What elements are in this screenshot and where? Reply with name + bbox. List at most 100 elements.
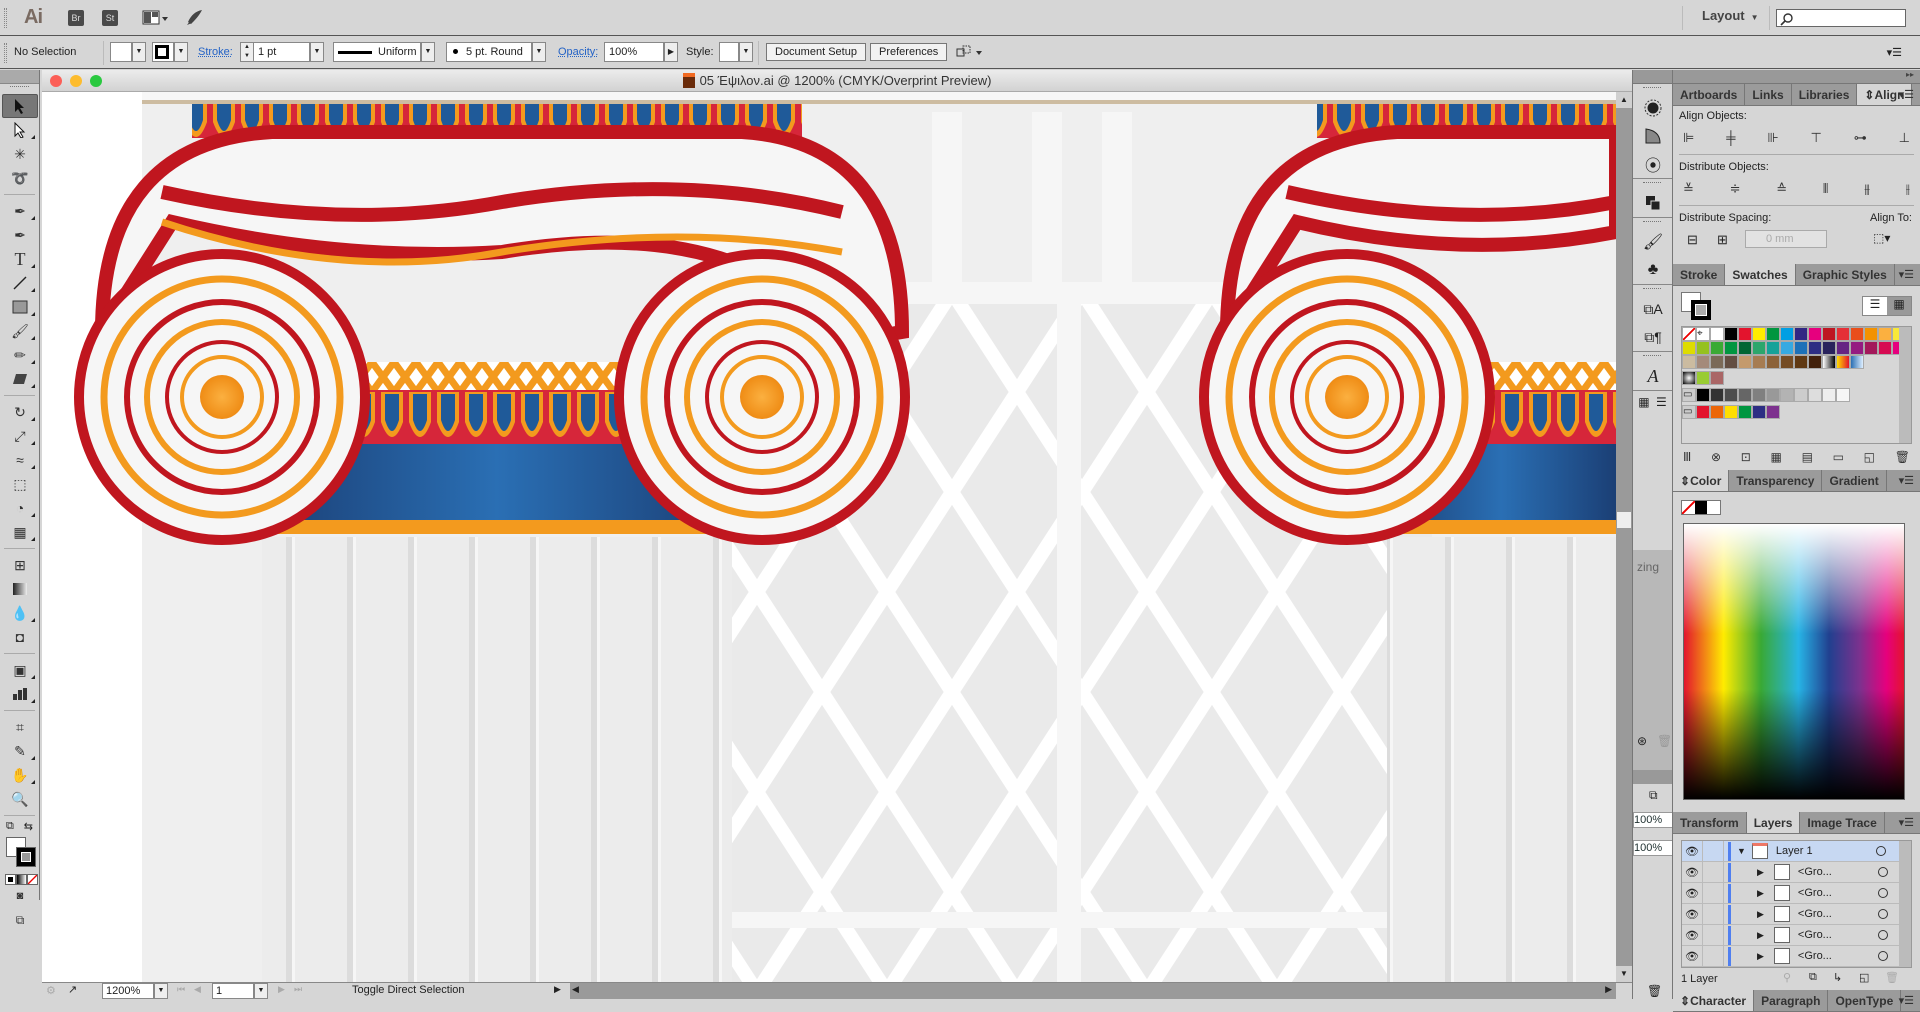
target-circle-icon[interactable] <box>1877 909 1888 919</box>
swatch[interactable] <box>1766 388 1780 402</box>
sublayer-row[interactable]: 👁 ▶ <Gro... <box>1682 861 1911 883</box>
lock-toggle[interactable] <box>1702 861 1724 883</box>
align-to-selection-dropdown[interactable]: ⬚▾ <box>1873 231 1890 245</box>
tab-stroke[interactable]: Stroke <box>1673 264 1726 285</box>
artboard-dropdown[interactable]: ▼ <box>254 983 268 999</box>
stroke-panel-link[interactable]: Stroke: <box>198 46 233 58</box>
visibility-eye-icon[interactable]: 👁 <box>1682 845 1702 858</box>
horizontal-scrollbar[interactable]: ◀ ▶ <box>570 983 1616 999</box>
swatch-registration[interactable]: ⌖ <box>1696 327 1710 341</box>
pencil-tool[interactable]: ✏ <box>2 343 38 367</box>
swatch-pattern[interactable] <box>1682 371 1696 385</box>
isolate-selection-button[interactable] <box>956 45 984 61</box>
swatch[interactable] <box>1794 327 1808 341</box>
profile-dropdown[interactable]: ▼ <box>421 42 435 62</box>
swatch[interactable] <box>1738 388 1752 402</box>
swatch-options-icon[interactable]: ▦ <box>1771 450 1782 464</box>
tab-swatches[interactable]: Swatches <box>1725 264 1796 285</box>
fill-dropdown[interactable]: ▼ <box>132 42 146 62</box>
group-name[interactable]: <Gro... <box>1798 950 1878 962</box>
expand-triangle-icon[interactable]: ▼ <box>1737 846 1746 856</box>
free-transform-tool[interactable]: ⬚ <box>2 472 38 496</box>
stroke-weight-input[interactable]: 1 pt <box>254 42 310 62</box>
tab-opentype[interactable]: OpenType <box>1828 990 1902 1011</box>
new-color-group-icon[interactable]: ▤ <box>1802 450 1813 464</box>
swatch[interactable] <box>1724 341 1738 355</box>
character-styles-icon[interactable]: ⧉A <box>1635 295 1671 323</box>
scroll-left-button[interactable]: ◀ <box>572 984 579 995</box>
tab-libraries[interactable]: Libraries <box>1792 84 1858 105</box>
delete-swatch-icon[interactable]: 🗑 <box>1895 450 1910 464</box>
new-swatch-icon[interactable]: ◱ <box>1864 450 1875 464</box>
swatch-gradient[interactable] <box>1836 355 1850 369</box>
layer-name[interactable]: Layer 1 <box>1776 845 1876 857</box>
color-group-folder-icon[interactable]: ▭ <box>1682 388 1696 402</box>
swatch[interactable] <box>1780 341 1794 355</box>
delete-layer-icon[interactable]: 🗑 <box>1885 971 1899 984</box>
target-circle-icon[interactable] <box>1877 867 1888 877</box>
spacing-input[interactable]: 0 mm <box>1745 230 1827 248</box>
slice-tool[interactable]: ✎ <box>2 739 38 763</box>
trash-icon[interactable]: 🗑 <box>1657 734 1672 748</box>
swatch[interactable] <box>1878 341 1892 355</box>
swatch[interactable] <box>1836 327 1850 341</box>
group-name[interactable]: <Gro... <box>1798 929 1878 941</box>
visibility-eye-icon[interactable]: 👁 <box>1682 950 1702 963</box>
swatch[interactable] <box>1808 327 1822 341</box>
stroke-swatch[interactable] <box>16 847 36 867</box>
paragraph-styles-icon[interactable]: ⧉¶ <box>1635 323 1671 351</box>
previous-artboard-button[interactable]: ◀ <box>194 984 201 995</box>
opacity-input[interactable]: 100% <box>604 42 664 62</box>
scroll-thumb[interactable] <box>1617 512 1631 528</box>
rectangle-tool[interactable] <box>2 295 38 319</box>
swatch[interactable] <box>1794 341 1808 355</box>
stroke-weight-stepper[interactable]: ▲ ▼ <box>240 42 254 62</box>
thumbnail-view-icon[interactable]: ▦ <box>1887 297 1911 315</box>
column-graph-tool[interactable] <box>2 682 38 706</box>
screen-mode-button[interactable]: ⧉ <box>2 908 38 932</box>
tab-artboards[interactable]: Artboards <box>1673 84 1746 105</box>
swatch[interactable] <box>1710 355 1724 369</box>
expand-triangle-icon[interactable]: ▶ <box>1757 909 1764 920</box>
first-artboard-button[interactable]: ⏮ <box>177 984 185 995</box>
swatch[interactable] <box>1780 388 1794 402</box>
swatch[interactable] <box>1808 341 1822 355</box>
zoom-dropdown[interactable]: ▼ <box>154 983 168 999</box>
vertical-distribute-top-icon[interactable]: ≚ <box>1683 181 1694 197</box>
swatch[interactable] <box>1780 327 1794 341</box>
document-title-bar[interactable]: 05 Έψιλον.ai @ 1200% (CMYK/Overprint Pre… <box>42 70 1632 92</box>
swatch-pattern[interactable] <box>1710 371 1724 385</box>
stroke-weight-dropdown[interactable]: ▼ <box>310 42 324 62</box>
stock-button[interactable]: St <box>102 10 118 26</box>
eraser-tool[interactable] <box>2 367 38 391</box>
swatch[interactable] <box>1710 341 1724 355</box>
swatch[interactable] <box>1724 327 1738 341</box>
tab-gradient[interactable]: Gradient <box>1822 470 1887 491</box>
swatch[interactable] <box>1766 341 1780 355</box>
swatch[interactable] <box>1766 327 1780 341</box>
swatch[interactable] <box>1682 341 1696 355</box>
document-setup-button[interactable]: Document Setup <box>766 43 866 61</box>
target-circle-icon[interactable] <box>1877 888 1888 898</box>
cc-libraries-icon[interactable]: ⦿ <box>1635 150 1671 178</box>
tab-color[interactable]: ⇕Color <box>1673 470 1730 491</box>
opacity-panel-link[interactable]: Opacity: <box>558 46 598 58</box>
lock-toggle[interactable] <box>1702 840 1724 862</box>
gpu-performance-button[interactable] <box>184 8 204 31</box>
visibility-eye-icon[interactable]: 👁 <box>1682 887 1702 900</box>
white-swatch[interactable] <box>1707 501 1721 514</box>
sublayer-row[interactable]: 👁 ▶ <Gro... <box>1682 945 1911 967</box>
fill-color-swatch[interactable] <box>110 42 132 62</box>
group-name[interactable]: <Gro... <box>1798 887 1878 899</box>
color-group-folder-icon[interactable]: ▭ <box>1682 405 1696 419</box>
symbols-panel-icon[interactable]: ♣ <box>1635 256 1671 284</box>
collapsed-panel-header[interactable] <box>1633 770 1673 784</box>
swatch[interactable] <box>1682 355 1696 369</box>
scroll-right-button[interactable]: ▶ <box>1605 984 1612 995</box>
swatch[interactable] <box>1738 405 1752 419</box>
tab-links[interactable]: Links <box>1745 84 1792 105</box>
horizontal-distribute-right-icon[interactable]: ⫲ <box>1906 181 1910 197</box>
scroll-down-button[interactable]: ▼ <box>1616 966 1632 982</box>
list-view-icon[interactable]: ☰ <box>1863 297 1887 315</box>
vertical-distribute-bottom-icon[interactable]: ≙ <box>1776 181 1787 197</box>
